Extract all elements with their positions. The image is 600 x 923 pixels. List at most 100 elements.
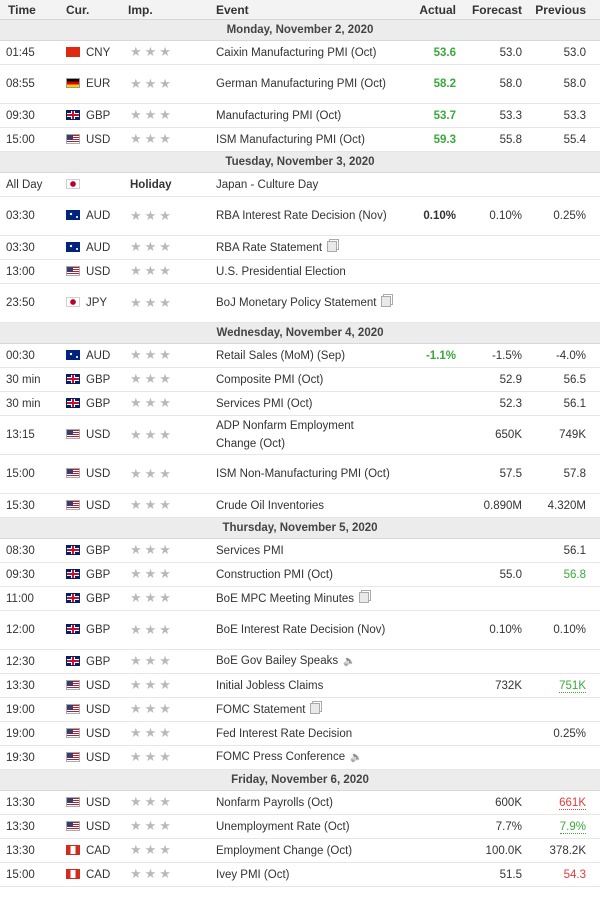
speaker-icon[interactable]: 🔈 [350,749,362,767]
header-currency[interactable]: Cur. [62,0,128,20]
event-row[interactable]: 19:00 USD ★★★ Fed Interest Rate Decision 0.2… [0,721,600,746]
event-name-cell[interactable]: Fed Interest Rate Decision [216,721,400,746]
event-name-cell[interactable]: U.S. Presidential Election [216,259,400,284]
event-row[interactable]: 08:30 GBP ★★★ Services PMI 56.1 [0,538,600,563]
event-row[interactable]: 09:30 GBP ★★★ Manufacturing PMI (Oct) 53.7 53… [0,103,600,128]
event-name-cell[interactable]: Caixin Manufacturing PMI (Oct) [216,40,400,65]
event-name[interactable]: Employment Change (Oct) [216,845,352,857]
event-name-cell[interactable]: FOMC Statement [216,697,400,722]
event-name[interactable]: Construction PMI (Oct) [216,569,333,581]
event-row[interactable]: 19:00 USD ★★★ FOMC Statement [0,697,600,722]
event-name[interactable]: BoJ Monetary Policy Statement [216,297,376,309]
event-row[interactable]: 19:30 USD ★★★ FOMC Press Conference 🔈 [0,745,600,770]
event-name[interactable]: ADP Nonfarm Employment Change (Oct) [216,420,354,450]
event-name[interactable]: BoE MPC Meeting Minutes [216,593,354,605]
event-name-cell[interactable]: Nonfarm Payrolls (Oct) [216,790,400,815]
event-name[interactable]: Fed Interest Rate Decision [216,728,352,740]
event-name-cell[interactable]: Unemployment Rate (Oct) [216,814,400,839]
event-previous[interactable]: 7.9% [559,820,586,834]
event-name-cell[interactable]: Employment Change (Oct) [216,838,400,863]
event-row[interactable]: 15:00 USD ★★★ ISM Manufacturing PMI (Oct) 59… [0,127,600,152]
event-name-cell[interactable]: RBA Interest Rate Decision (Nov) [216,196,400,236]
event-name-cell[interactable]: Services PMI [216,538,400,563]
event-row[interactable]: 03:30 AUD ★★★ RBA Interest Rate Decision (N… [0,196,600,236]
event-name-cell[interactable]: ISM Non-Manufacturing PMI (Oct) [216,454,400,494]
event-name[interactable]: Caixin Manufacturing PMI (Oct) [216,47,376,59]
event-row[interactable]: 08:55 EUR ★★★ German Manufacturing PMI (Oct… [0,64,600,104]
event-name[interactable]: Unemployment Rate (Oct) [216,821,350,833]
event-name-cell[interactable]: Services PMI (Oct) [216,391,400,416]
event-row[interactable]: 00:30 AUD ★★★ Retail Sales (MoM) (Sep) -1.1%… [0,343,600,368]
document-icon[interactable] [327,240,338,252]
event-name[interactable]: BoE Interest Rate Decision (Nov) [216,624,385,636]
header-previous[interactable]: Previous [530,0,600,20]
event-row[interactable]: 15:00 CAD ★★★ Ivey PMI (Oct) 51.5 54.3 [0,862,600,887]
event-name[interactable]: Services PMI (Oct) [216,398,312,410]
header-importance[interactable]: Imp. [128,0,216,20]
event-row[interactable]: 13:15 USD ★★★ ADP Nonfarm Employment Change… [0,415,600,455]
speaker-icon[interactable]: 🔈 [343,653,355,671]
header-actual[interactable]: Actual [400,0,462,20]
event-name[interactable]: RBA Rate Statement [216,242,322,254]
event-name-cell[interactable]: Initial Jobless Claims [216,673,400,698]
event-name[interactable]: Crude Oil Inventories [216,500,324,512]
event-row[interactable]: 12:00 GBP ★★★ BoE Interest Rate Decision (N… [0,610,600,650]
event-name-cell[interactable]: Composite PMI (Oct) [216,367,400,392]
header-event[interactable]: Event [216,0,400,20]
event-row[interactable]: 23:50 JPY ★★★ BoJ Monetary Policy Statement [0,283,600,323]
event-name-cell[interactable]: RBA Rate Statement [216,235,400,260]
event-row[interactable]: 13:30 CAD ★★★ Employment Change (Oct) 100.0K… [0,838,600,863]
event-previous[interactable]: 661K [559,796,586,810]
event-row[interactable]: 13:30 USD ★★★ Initial Jobless Claims 732K 751… [0,673,600,698]
event-name-cell[interactable]: FOMC Press Conference 🔈 [216,745,400,770]
event-name-cell[interactable]: Japan - Culture Day [216,172,400,197]
event-name-cell[interactable]: ADP Nonfarm Employment Change (Oct) [216,415,400,455]
event-name-cell[interactable]: BoE Gov Bailey Speaks 🔈 [216,649,400,674]
event-name-cell[interactable]: Crude Oil Inventories [216,493,400,518]
event-name[interactable]: FOMC Statement [216,704,305,716]
event-previous[interactable]: 751K [559,679,586,693]
event-name[interactable]: Services PMI [216,545,284,557]
event-row[interactable]: 03:30 AUD ★★★ RBA Rate Statement [0,235,600,260]
event-name[interactable]: German Manufacturing PMI (Oct) [216,78,386,90]
event-name[interactable]: Retail Sales (MoM) (Sep) [216,350,345,362]
event-name[interactable]: Japan - Culture Day [216,179,318,191]
event-row[interactable]: 30 min GBP ★★★ Services PMI (Oct) 52.3 56.1 [0,391,600,416]
event-name-cell[interactable]: BoE MPC Meeting Minutes [216,586,400,611]
event-name-cell[interactable]: BoE Interest Rate Decision (Nov) [216,610,400,650]
event-row[interactable]: 13:00 USD ★★★ U.S. Presidential Election [0,259,600,284]
event-name[interactable]: FOMC Press Conference [216,751,345,763]
event-name[interactable]: ISM Manufacturing PMI (Oct) [216,134,365,146]
event-name-cell[interactable]: BoJ Monetary Policy Statement [216,283,400,323]
event-name[interactable]: RBA Interest Rate Decision (Nov) [216,210,387,222]
event-name-cell[interactable]: Retail Sales (MoM) (Sep) [216,343,400,368]
event-row[interactable]: 13:30 USD ★★★ Unemployment Rate (Oct) 7.7% 7.… [0,814,600,839]
event-name[interactable]: ISM Non-Manufacturing PMI (Oct) [216,468,390,480]
event-name[interactable]: U.S. Presidential Election [216,266,346,278]
event-row[interactable]: 01:45 CNY ★★★ Caixin Manufacturing PMI (Oct… [0,40,600,65]
event-row[interactable]: 30 min GBP ★★★ Composite PMI (Oct) 52.9 56.5 [0,367,600,392]
event-name[interactable]: Composite PMI (Oct) [216,374,323,386]
event-row[interactable]: 13:30 USD ★★★ Nonfarm Payrolls (Oct) 600K 661… [0,790,600,815]
document-icon[interactable] [310,702,321,714]
event-name-cell[interactable]: ISM Manufacturing PMI (Oct) [216,127,400,152]
event-row[interactable]: 12:30 GBP ★★★ BoE Gov Bailey Speaks 🔈 [0,649,600,674]
event-row[interactable]: 15:30 USD ★★★ Crude Oil Inventories 0.890M 4.… [0,493,600,518]
document-icon[interactable] [359,591,370,603]
header-time[interactable]: Time [0,0,62,20]
event-row[interactable]: 15:00 USD ★★★ ISM Non-Manufacturing PMI (Oc… [0,454,600,494]
event-name-cell[interactable]: German Manufacturing PMI (Oct) [216,64,400,104]
event-name-cell[interactable]: Construction PMI (Oct) [216,562,400,587]
event-name[interactable]: Initial Jobless Claims [216,680,323,692]
event-name-cell[interactable]: Manufacturing PMI (Oct) [216,103,400,128]
header-forecast[interactable]: Forecast [462,0,530,20]
event-name-cell[interactable]: Ivey PMI (Oct) [216,862,400,887]
event-name[interactable]: Nonfarm Payrolls (Oct) [216,797,333,809]
event-name[interactable]: Manufacturing PMI (Oct) [216,110,341,122]
event-name[interactable]: BoE Gov Bailey Speaks [216,655,338,667]
event-row[interactable]: 09:30 GBP ★★★ Construction PMI (Oct) 55.0 56.… [0,562,600,587]
event-name[interactable]: Ivey PMI (Oct) [216,869,289,881]
document-icon[interactable] [381,296,392,307]
event-row[interactable]: All Day Holiday Japan - Culture Day [0,172,600,197]
event-row[interactable]: 11:00 GBP ★★★ BoE MPC Meeting Minutes [0,586,600,611]
